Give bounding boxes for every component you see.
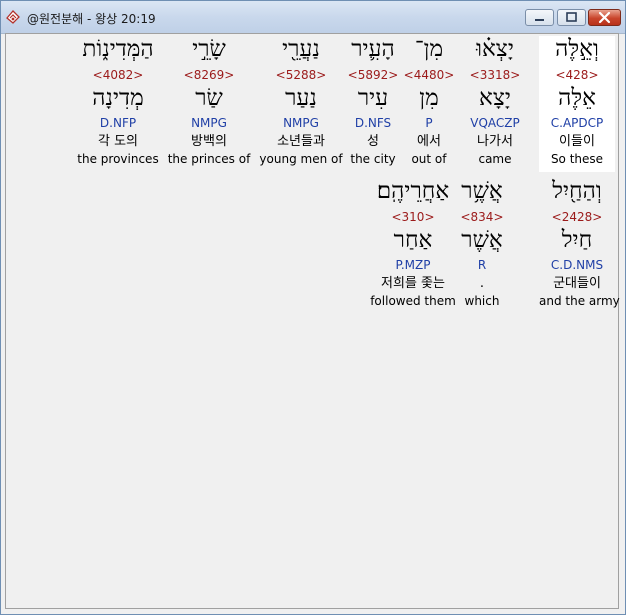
word-heb: נַעֲרֵ֖י [282, 36, 320, 62]
word-eng: came [478, 152, 512, 166]
close-button[interactable] [588, 9, 621, 26]
word-strong: <834> [460, 210, 504, 224]
word-kor: 나가서 [477, 134, 513, 149]
word-eng: the city [350, 152, 396, 166]
word-heb: הַמְּדִינ֑וֹת [82, 36, 154, 62]
word-lemma: אַחַר [393, 227, 433, 253]
word-eng: the provinces [77, 152, 159, 166]
word-kor: 저희를 좇는 [381, 276, 445, 291]
word-strong: <2428> [551, 210, 603, 224]
word-eng: followed them [370, 294, 456, 308]
word-morph: C.APDCP [550, 116, 604, 130]
word-cell[interactable]: הַמְּדִינ֑וֹת <4082> מְדִינָה D.NFP 각 도의 the … [75, 36, 161, 172]
word-kor: 소년들과 [277, 134, 325, 149]
word-lemma: חַיִל [561, 227, 593, 253]
word-morph: D.NFS [354, 116, 392, 130]
word-morph: NMPG [191, 116, 227, 130]
word-lemma: יָצָא [479, 85, 511, 111]
bible-app-icon [6, 10, 20, 24]
word-eng: So these [550, 152, 604, 166]
word-cell[interactable]: נַעֲרֵ֖י <5288> נַעַר NMPG 소년들과 young men of [259, 36, 343, 172]
word-morph: VQACZP [470, 116, 520, 130]
word-cell[interactable]: יָצְא֗וּ <3318> יָצָא VQACZP 나가서 came [466, 36, 524, 172]
word-strong: <4480> [403, 68, 455, 82]
word-lemma: עִיר [357, 85, 389, 111]
word-cell[interactable]: הָעִ֛יר <5892> עִיר D.NFS 성 the city [341, 36, 405, 172]
word-kor: 군대들이 [553, 276, 601, 291]
window-title: @원전분해 - 왕상 20:19 [27, 12, 156, 26]
title-bar[interactable]: @원전분해 - 왕상 20:19 [1, 1, 625, 34]
word-kor: . [479, 276, 485, 291]
word-morph: R [477, 258, 487, 272]
word-kor: 이들이 [559, 134, 595, 149]
word-heb: אֲשֶׁ֥ר [461, 178, 503, 204]
word-morph: P [425, 116, 433, 130]
word-strong: <3318> [469, 68, 521, 82]
word-heb: וְאֵ֣לֶּה [555, 36, 599, 62]
word-kor: 각 도의 [97, 134, 138, 149]
word-eng: young men of [259, 152, 343, 166]
word-cell[interactable]: מִן־ <4480> מִן P 에서 out of [401, 36, 457, 172]
minimize-button[interactable] [525, 9, 554, 26]
word-eng: out of [411, 152, 447, 166]
word-cell[interactable]: שָׂרֵ֣י <8269> שַׂר NMPG 방백의 the princes of [164, 36, 254, 172]
word-lemma: נַעַר [285, 85, 317, 111]
word-lemma: שַׂר [195, 85, 223, 111]
word-morph: C.D.NMS [550, 258, 604, 272]
word-heb: הָעִ֛יר [351, 36, 395, 62]
word-heb: אַחֲרֵיהֶֽם׃ [376, 178, 450, 204]
word-heb: מִן־ [414, 36, 444, 62]
word-eng: which [464, 294, 500, 308]
word-cell[interactable]: אֲשֶׁ֥ר <834> אֲשֶׁר R. which [450, 178, 514, 314]
word-eng: the princes of [167, 152, 251, 166]
word-morph: D.NFP [99, 116, 137, 130]
word-strong: <8269> [183, 68, 235, 82]
maximize-icon [566, 12, 577, 22]
word-kor: 성 [367, 134, 379, 149]
word-analysis-panel: וְאֵ֣לֶּה <428> אֵלֶּה C.APDCP 이들이 So these יָ… [5, 33, 620, 609]
word-strong: <4082> [92, 68, 144, 82]
word-heb: שָׂרֵ֣י [192, 36, 226, 62]
word-lemma: אֵלֶּה [558, 85, 596, 111]
word-kor: 방백의 [191, 134, 227, 149]
word-strong: <5288> [275, 68, 327, 82]
word-lemma: אֲשֶׁר [461, 227, 503, 253]
word-heb: יָצְא֗וּ [476, 36, 514, 62]
word-strong: <5892> [347, 68, 399, 82]
word-heb: וְהַחַ֖יִל [552, 178, 602, 204]
minimize-icon [535, 19, 544, 21]
word-morph: NMPG [283, 116, 319, 130]
word-strong: <310> [391, 210, 435, 224]
word-cell[interactable]: אַחֲרֵיהֶֽם׃ <310> אַחַר P.MZP 저희를 좇는 followe… [370, 178, 456, 314]
word-cell[interactable]: וְאֵ֣לֶּה <428> אֵלֶּה C.APDCP 이들이 So these [539, 36, 615, 172]
word-morph: P.MZP [395, 258, 431, 272]
app-window: @원전분해 - 왕상 20:19 וְאֵ֣לֶּה <428> אֵלֶּה C.A… [0, 0, 626, 615]
word-cell[interactable]: וְהַחַ֖יִל <2428> חַיִל C.D.NMS 군대들이 and the … [539, 178, 620, 314]
maximize-button[interactable] [557, 9, 586, 26]
word-strong: <428> [555, 68, 599, 82]
word-eng: and the army [539, 294, 620, 308]
word-lemma: מִן [419, 85, 439, 111]
word-lemma: מְדִינָה [92, 85, 144, 111]
word-kor: 에서 [417, 134, 441, 149]
close-icon [598, 11, 611, 24]
